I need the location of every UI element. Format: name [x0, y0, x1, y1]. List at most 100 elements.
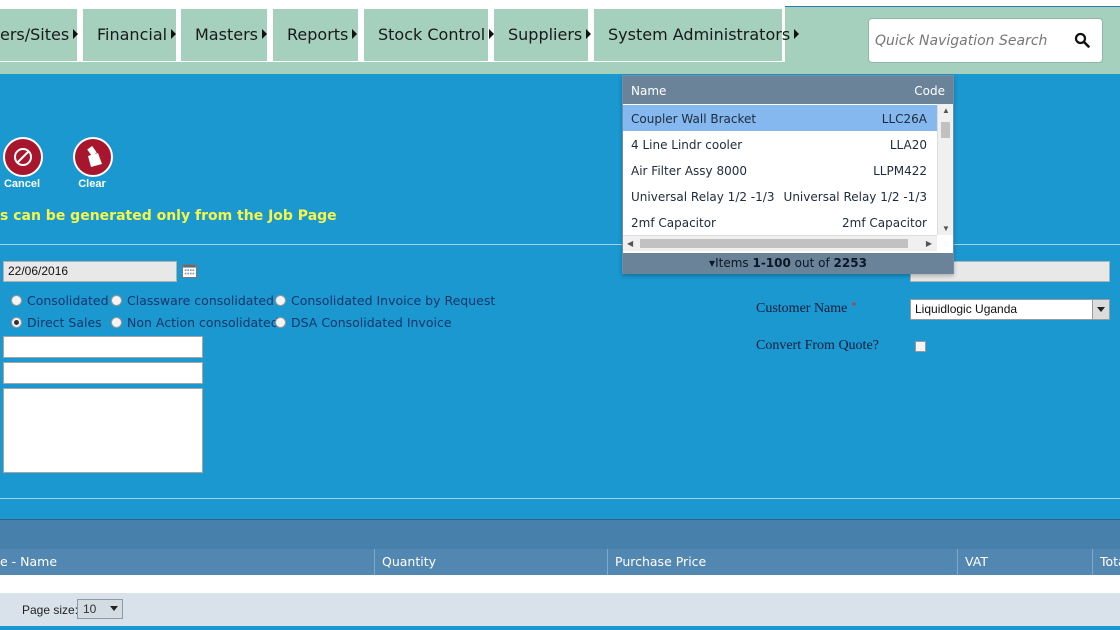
notes-textarea[interactable]: [3, 388, 203, 473]
dropdown-item[interactable]: 2mf Capacitor 2mf Capacitor: [623, 209, 937, 235]
menu-item-stock-control[interactable]: Stock Control: [364, 9, 495, 61]
column-header-name[interactable]: e - Name: [0, 549, 375, 575]
text-field-1[interactable]: [3, 336, 203, 358]
grid-pager: Page size: 10: [0, 593, 1120, 626]
grid-header: e - Name Quantity Purchase Price VAT Tot…: [0, 549, 1120, 575]
menu-item-label: Masters: [195, 25, 258, 44]
dropdown-footer-middle: out of: [790, 256, 834, 270]
dropdown-footer-prefix: Items: [715, 256, 753, 270]
radio-button[interactable]: [11, 295, 22, 306]
quick-navigation-placeholder: Quick Navigation Search: [875, 33, 1048, 49]
scrollbar-thumb[interactable]: [941, 122, 950, 138]
quick-navigation-search-input[interactable]: Quick Navigation Search: [868, 18, 1103, 63]
clear-button-label[interactable]: Clear: [62, 178, 122, 190]
dropdown-item-name: Air Filter Assy 8000: [631, 164, 747, 178]
radio-label: DSA Consolidated Invoice: [291, 315, 452, 330]
grid-toolbar: [0, 519, 1120, 549]
vertical-scrollbar[interactable]: ▲ ▼: [937, 104, 953, 235]
text-field-2[interactable]: [3, 362, 203, 384]
scroll-down-arrow-icon[interactable]: ▼: [942, 224, 950, 233]
radio-label: Consolidated Invoice by Request: [291, 293, 496, 308]
radio-classware-consolidated[interactable]: Classware consolidated: [111, 293, 274, 308]
dropdown-item-name: Universal Relay 1/2 -1/3: [631, 190, 775, 204]
dropdown-item-code: LLA20: [889, 138, 927, 152]
menu-arrow-icon: [586, 29, 592, 39]
menu-item-label: Suppliers: [508, 25, 583, 44]
bottom-border: [0, 626, 1120, 630]
dropdown-footer[interactable]: ▾Items 1-100 out of 2253: [623, 253, 953, 274]
cancel-button[interactable]: [3, 137, 43, 177]
page-size-label: Page size:: [22, 603, 79, 617]
menu-arrow-icon: [73, 29, 79, 39]
radio-label: Consolidated: [27, 293, 109, 308]
radio-button[interactable]: [275, 295, 286, 306]
radio-label: Non Action consolidated: [127, 315, 279, 330]
dropdown-header-code: Code: [914, 84, 945, 98]
divider: [0, 498, 1120, 499]
dropdown-header: Name Code: [623, 76, 953, 104]
radio-button[interactable]: [111, 295, 122, 306]
customer-name-label: Customer Name *: [756, 301, 856, 317]
scroll-right-arrow-icon[interactable]: ▶: [926, 239, 932, 248]
page-size-select[interactable]: 10: [77, 599, 123, 619]
menu-item-financial[interactable]: Financial: [83, 9, 177, 61]
radio-button-selected[interactable]: [11, 317, 22, 328]
column-header-purchase-price[interactable]: Purchase Price: [608, 549, 958, 575]
radio-non-action-consolidated[interactable]: Non Action consolidated: [111, 315, 279, 330]
convert-from-quote-label: Convert From Quote?: [756, 338, 879, 353]
menu-item-label: Stock Control: [378, 25, 486, 44]
horizontal-scrollbar[interactable]: ◀ ▶: [623, 235, 937, 251]
menu-item-masters[interactable]: Masters: [181, 9, 267, 61]
quick-search-dropdown: Name Code Coupler Wall Bracket LLC26A 4 …: [622, 75, 954, 274]
calendar-icon[interactable]: [182, 264, 197, 278]
radio-button[interactable]: [275, 317, 286, 328]
menu-item-label: Reports: [287, 25, 349, 44]
scroll-left-arrow-icon[interactable]: ◀: [627, 239, 633, 248]
cancel-button-label[interactable]: Cancel: [0, 178, 52, 190]
customer-name-select[interactable]: Liquidlogic Uganda: [910, 299, 1110, 320]
menu-item-label: System Administrators: [608, 25, 791, 44]
clear-button[interactable]: [73, 137, 113, 177]
menu-arrow-icon: [794, 29, 800, 39]
radio-direct-sales[interactable]: Direct Sales: [11, 315, 102, 330]
dropdown-item-code: 2mf Capacitor: [842, 216, 927, 230]
menu-item-reports[interactable]: Reports: [273, 9, 358, 61]
menu-item-label: Financial: [97, 25, 168, 44]
customer-name-label-text: Customer Name: [756, 301, 848, 316]
dropdown-item-code: LLPM422: [873, 164, 927, 178]
convert-from-quote-checkbox[interactable]: [915, 341, 926, 352]
radio-dsa-consolidated-invoice[interactable]: DSA Consolidated Invoice: [275, 315, 452, 330]
cancel-icon: [14, 148, 32, 166]
menu-item-system-administrators[interactable]: System Administrators: [594, 9, 800, 61]
notice-message: s can be generated only from the Job Pag…: [0, 208, 337, 224]
scroll-up-arrow-icon[interactable]: ▲: [942, 106, 950, 115]
menu-item-suppliers[interactable]: Suppliers: [494, 9, 592, 61]
column-header-quantity[interactable]: Quantity: [375, 549, 608, 575]
dropdown-header-name: Name: [631, 84, 667, 98]
dropdown-item[interactable]: Universal Relay 1/2 -1/3 Universal Relay…: [623, 183, 937, 209]
dropdown-item[interactable]: Coupler Wall Bracket LLC26A: [623, 105, 937, 131]
dropdown-item-code: LLC26A: [881, 112, 927, 126]
scrollbar-thumb[interactable]: [640, 239, 908, 248]
radio-consolidated-by-request[interactable]: Consolidated Invoice by Request: [275, 293, 495, 308]
dropdown-item[interactable]: 4 Line Lindr cooler LLA20: [623, 131, 937, 157]
invoice-date-input[interactable]: 22/06/2016: [3, 261, 177, 282]
column-header-total[interactable]: Tota: [1093, 549, 1120, 575]
dropdown-item-name: 2mf Capacitor: [631, 216, 716, 230]
dropdown-footer-total: 2253: [833, 256, 867, 270]
menu-item-customers-sites[interactable]: ers/Sites: [0, 9, 79, 61]
search-icon[interactable]: [1074, 32, 1090, 48]
radio-button[interactable]: [111, 317, 122, 328]
column-header-vat[interactable]: VAT: [958, 549, 1093, 575]
dropdown-footer-range: 1-100: [752, 256, 791, 270]
radio-consolidated[interactable]: Consolidated: [11, 293, 109, 308]
menu-arrow-icon: [352, 29, 358, 39]
menu-arrow-icon: [171, 29, 177, 39]
clear-brush-icon: [87, 146, 102, 167]
dropdown-item-code: Universal Relay 1/2 -1/3: [783, 190, 927, 204]
dropdown-item[interactable]: Air Filter Assy 8000 LLPM422: [623, 157, 937, 183]
dropdown-item-name: Coupler Wall Bracket: [631, 112, 757, 126]
menu-arrow-icon: [261, 29, 267, 39]
grid-body: [0, 575, 1120, 593]
chevron-down-icon[interactable]: [1092, 300, 1109, 319]
